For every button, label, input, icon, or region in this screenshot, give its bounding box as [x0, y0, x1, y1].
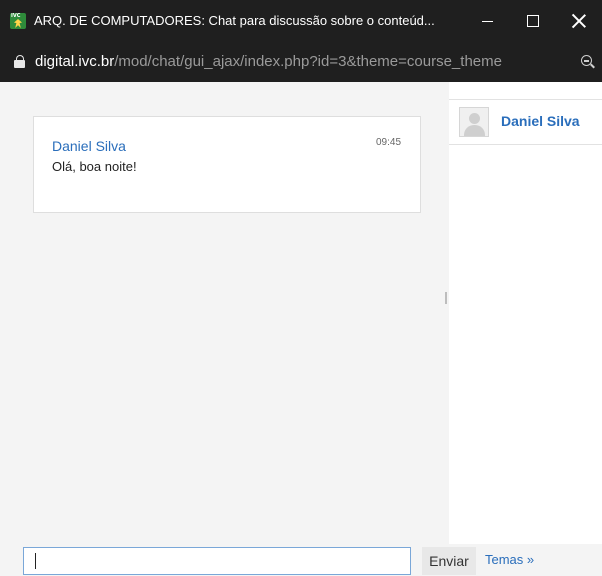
minimize-icon: [481, 20, 493, 22]
panel-resize-handle[interactable]: [445, 292, 447, 304]
maximize-button[interactable]: [510, 0, 556, 42]
close-button[interactable]: [556, 0, 602, 42]
chat-messages-area: Daniel Silva 09:45 Olá, boa noite!: [0, 82, 440, 544]
minimize-button[interactable]: [464, 0, 510, 42]
user-list-item[interactable]: Daniel Silva: [449, 100, 602, 145]
user-name-link[interactable]: Daniel Silva: [501, 113, 580, 129]
maximize-icon: [527, 15, 539, 27]
ivc-logo-icon: IVC: [10, 13, 26, 29]
chat-message: Daniel Silva 09:45 Olá, boa noite!: [33, 116, 421, 213]
window-title: ARQ. DE COMPUTADORES: Chat para discussã…: [34, 13, 435, 28]
send-button[interactable]: Enviar: [422, 547, 476, 575]
chat-page: Daniel Silva 09:45 Olá, boa noite! Danie…: [0, 82, 602, 576]
close-icon: [572, 14, 586, 28]
url-path: /mod/chat/gui_ajax/index.php?id=3&theme=…: [114, 53, 502, 70]
lock-icon[interactable]: [14, 55, 26, 68]
message-text: Olá, boa noite!: [52, 159, 137, 174]
message-input[interactable]: [23, 547, 411, 575]
url-host: digital.ivc.br: [35, 53, 115, 70]
message-time: 09:45: [376, 137, 402, 148]
users-list-panel: Daniel Silva: [449, 82, 602, 544]
default-user-avatar-icon[interactable]: [459, 107, 489, 137]
text-caret: [35, 553, 36, 569]
zoom-out-icon[interactable]: [580, 54, 596, 70]
chat-input-bar: Enviar Temas »: [0, 544, 602, 576]
window-titlebar: IVC ARQ. DE COMPUTADORES: Chat para disc…: [0, 0, 602, 42]
address-bar[interactable]: digital.ivc.br/mod/chat/gui_ajax/index.p…: [0, 42, 602, 82]
message-author[interactable]: Daniel Silva: [52, 138, 126, 154]
themes-link[interactable]: Temas »: [485, 552, 534, 567]
url-text[interactable]: digital.ivc.br/mod/chat/gui_ajax/index.p…: [35, 52, 502, 72]
